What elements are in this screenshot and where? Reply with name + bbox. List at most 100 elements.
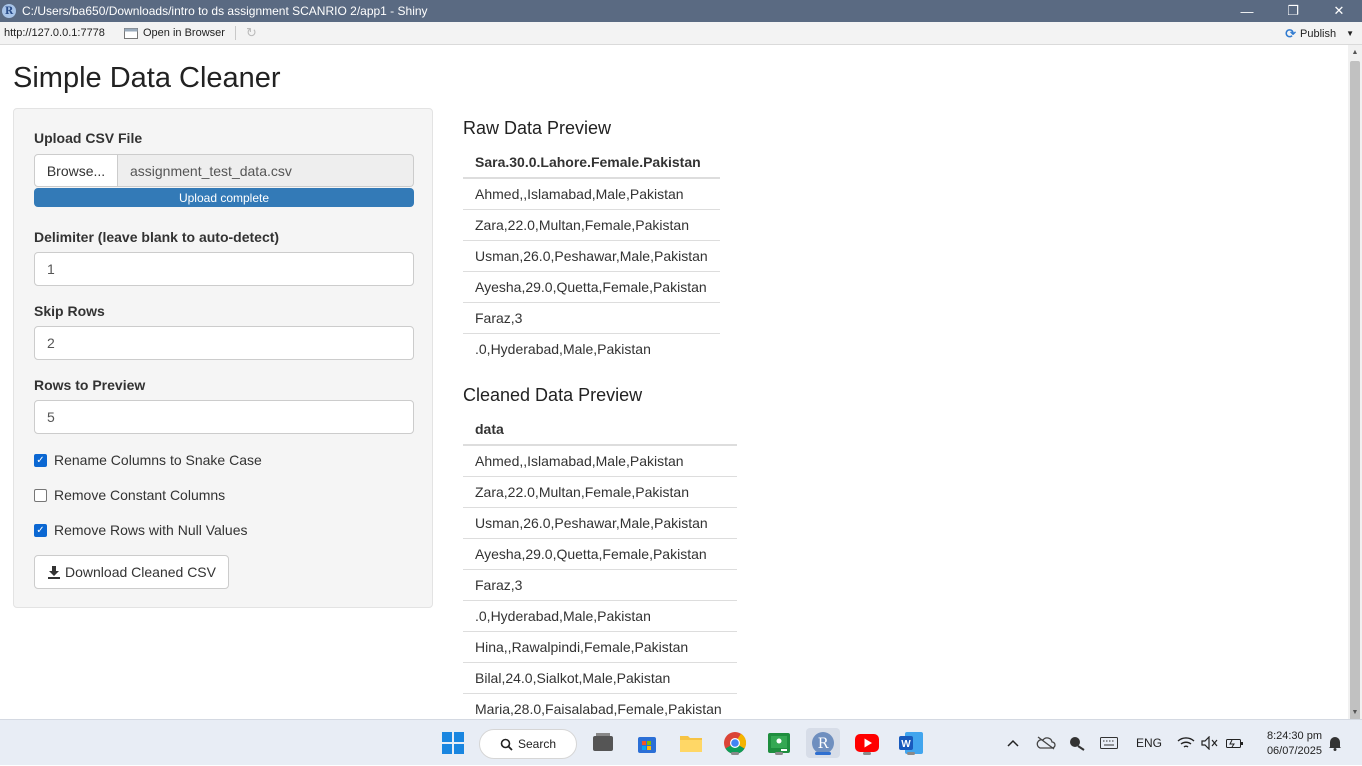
table-row: .0,Hyderabad,Male,Pakistan (463, 332, 720, 364)
clean-preview-table: data Ahmed,,Islamabad,Male,Pakistan Zara,… (463, 414, 737, 724)
keyboard-icon[interactable] (1100, 720, 1118, 766)
microsoft-word-icon[interactable]: W (896, 728, 926, 758)
table-row: Hina,,Rawalpindi,Female,Pakistan (463, 630, 737, 662)
remove-null-checkbox-row[interactable]: ✓ Remove Rows with Null Values (34, 522, 247, 538)
publish-icon: ⟳ (1285, 25, 1296, 41)
table-cell: Faraz,3 (463, 301, 720, 333)
scroll-up-icon[interactable]: ▲ (1348, 45, 1362, 59)
table-cell: Usman,26.0,Peshawar,Male,Pakistan (463, 506, 737, 538)
file-input[interactable]: Browse... assignment_test_data.csv (34, 154, 414, 187)
skip-rows-input[interactable]: 2 (34, 326, 414, 360)
download-icon (48, 566, 60, 579)
search-label: Search (518, 737, 557, 751)
snake-case-checkbox-row[interactable]: ✓ Rename Columns to Snake Case (34, 452, 262, 468)
remove-null-checkbox[interactable]: ✓ (34, 523, 47, 537)
file-name-field: assignment_test_data.csv (118, 154, 414, 187)
table-cell: Hina,,Rawalpindi,Female,Pakistan (463, 630, 737, 662)
table-cell: .0,Hyderabad,Male,Pakistan (463, 332, 720, 364)
chevron-down-icon: ▼ (1346, 29, 1354, 38)
running-indicator (863, 752, 871, 755)
task-view-icon[interactable] (588, 728, 618, 758)
url-text: http://127.0.0.1:7778 (4, 27, 105, 39)
page-scrollbar[interactable]: ▲ ▼ (1348, 45, 1362, 725)
svg-text:R: R (818, 736, 829, 752)
clean-preview-heading: Cleaned Data Preview (463, 385, 643, 405)
table-row: Usman,26.0,Peshawar,Male,Pakistan (463, 239, 720, 271)
raw-column-header: Sara.30.0.Lahore.Female.Pakistan (463, 147, 720, 179)
taskbar-search[interactable]: Search (479, 729, 577, 759)
browser-window-icon (124, 27, 138, 39)
close-button[interactable]: ✕ (1316, 0, 1362, 22)
show-hidden-icons-icon[interactable] (1006, 720, 1020, 766)
table-cell: Ahmed,,Islamabad,Male,Pakistan (463, 444, 737, 476)
publish-label: Publish (1300, 27, 1337, 40)
table-cell: .0,Hyderabad,Male,Pakistan (463, 599, 737, 631)
clock-time: 8:24:30 pm (1266, 730, 1322, 742)
table-row: Ahmed,,Islamabad,Male,Pakistan (463, 444, 737, 476)
table-cell: Usman,26.0,Peshawar,Male,Pakistan (463, 239, 720, 271)
running-indicator (907, 752, 915, 755)
active-indicator (815, 752, 831, 755)
r-app-icon: R (2, 4, 16, 18)
minimize-button[interactable]: — (1224, 0, 1270, 22)
youtube-icon[interactable] (852, 728, 882, 758)
raw-preview-heading: Raw Data Preview (463, 118, 612, 138)
microsoft-store-icon[interactable] (632, 728, 662, 758)
taskbar-clock[interactable]: 8:24:30 pm 06/07/2025 (1267, 729, 1322, 759)
wifi-icon[interactable] (1177, 720, 1195, 766)
skip-rows-label: Skip Rows (34, 303, 105, 319)
scroll-down-icon[interactable]: ▼ (1348, 705, 1362, 719)
table-cell: Ayesha,29.0,Quetta,Female,Pakistan (463, 270, 720, 302)
table-row: Faraz,3 (463, 301, 720, 333)
open-in-browser-button[interactable]: Open in Browser (120, 27, 225, 39)
raw-preview-table: Sara.30.0.Lahore.Female.Pakistan Ahmed,,… (463, 147, 720, 364)
sidebar-panel: Upload CSV File Browse... assignment_tes… (13, 108, 433, 608)
running-indicator (731, 752, 739, 755)
volume-muted-icon[interactable] (1201, 720, 1219, 766)
table-row: .0,Hyderabad,Male,Pakistan (463, 599, 737, 631)
toolbar-divider (234, 26, 236, 40)
notification-bell-icon[interactable] (1328, 720, 1342, 766)
rows-to-preview-label: Rows to Preview (34, 377, 146, 393)
windows-start-icon[interactable] (438, 728, 468, 758)
delimiter-label: Delimiter (leave blank to auto-detect) (34, 229, 280, 245)
download-cleaned-button[interactable]: Download Cleaned CSV (34, 555, 229, 589)
rows-to-preview-input[interactable]: 5 (34, 400, 414, 434)
table-cell: Zara,22.0,Multan,Female,Pakistan (463, 208, 720, 240)
table-row: Ayesha,29.0,Quetta,Female,Pakistan (463, 270, 720, 302)
table-cell: Zara,22.0,Multan,Female,Pakistan (463, 475, 737, 507)
table-cell: Ayesha,29.0,Quetta,Female,Pakistan (463, 537, 737, 569)
table-row: Bilal,24.0,Sialkot,Male,Pakistan (463, 661, 737, 693)
browse-button[interactable]: Browse... (34, 154, 118, 187)
window-titlebar: R C:/Users/ba650/Downloads/intro to ds a… (0, 0, 1362, 22)
delimiter-input[interactable]: 1 (34, 252, 414, 286)
table-cell: Ahmed,,Islamabad,Male,Pakistan (463, 177, 720, 209)
restore-button[interactable]: ❐ (1270, 0, 1316, 22)
table-row: Faraz,3 (463, 568, 737, 600)
table-row: Zara,22.0,Multan,Female,Pakistan (463, 475, 737, 507)
file-explorer-icon[interactable] (676, 728, 706, 758)
onedrive-icon[interactable] (1036, 720, 1056, 766)
window-title: C:/Users/ba650/Downloads/intro to ds ass… (22, 4, 428, 18)
publish-button[interactable]: ⟳ Publish ▼ (1285, 22, 1354, 45)
remove-constant-checkbox[interactable] (34, 488, 47, 502)
table-cell: Bilal,24.0,Sialkot,Male,Pakistan (463, 661, 737, 693)
clock-date: 06/07/2025 (1266, 745, 1322, 757)
rstudio-icon[interactable]: R (806, 728, 840, 758)
address-bar: http://127.0.0.1:7778 Open in Browser ↻ … (0, 22, 1362, 45)
chrome-icon[interactable] (720, 728, 750, 758)
remove-constant-label: Remove Constant Columns (54, 487, 226, 503)
remove-null-label: Remove Rows with Null Values (54, 522, 248, 538)
running-indicator (775, 752, 783, 755)
remove-constant-checkbox-row[interactable]: Remove Constant Columns (34, 487, 225, 503)
language-indicator[interactable]: ENG (1136, 720, 1162, 766)
scrollbar-thumb[interactable] (1350, 61, 1360, 725)
table-row: Usman,26.0,Peshawar,Male,Pakistan (463, 506, 737, 538)
snake-case-checkbox[interactable]: ✓ (34, 453, 47, 467)
snake-case-label: Rename Columns to Snake Case (54, 452, 262, 468)
battery-icon[interactable] (1226, 720, 1244, 766)
meet-now-icon[interactable] (1068, 720, 1086, 766)
refresh-icon[interactable]: ↻ (246, 25, 257, 41)
google-classroom-icon[interactable] (764, 728, 794, 758)
windows-taskbar: Search R W ENG 8:24:30 pm 06/07/2025 (0, 719, 1362, 765)
